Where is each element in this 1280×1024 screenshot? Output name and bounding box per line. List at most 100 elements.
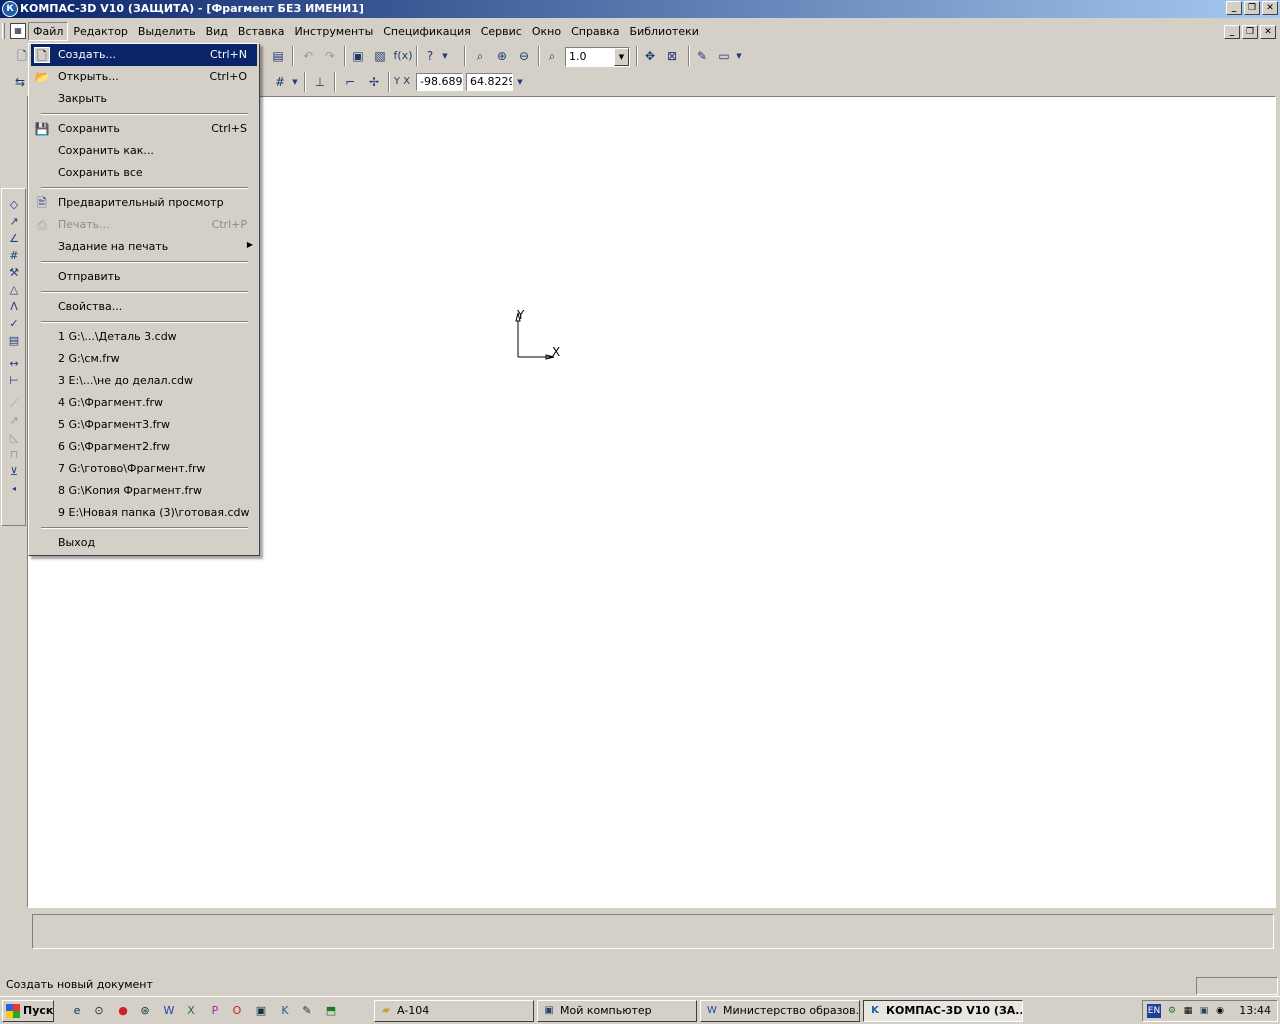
bracket-icon[interactable]: ⊓ [3, 446, 25, 463]
dimension-icon[interactable]: ⊢ [3, 372, 25, 389]
menu-help[interactable]: Справка [566, 22, 624, 41]
chevron-down-icon[interactable]: ▼ [514, 72, 526, 92]
line-icon[interactable]: ⟋ [3, 395, 25, 412]
powerpoint-icon[interactable]: P [206, 1002, 224, 1020]
file-menu-open[interactable]: 📂 Открыть... Ctrl+O [31, 66, 257, 88]
recent-file-4[interactable]: 4 G:\Фрагмент.frw [31, 392, 257, 414]
recent-file-3[interactable]: 3 E:\...\не до делал.cdw [31, 370, 257, 392]
recent-file-6[interactable]: 6 G:\Фрагмент2.frw [31, 436, 257, 458]
zoom-out-icon[interactable]: ⊖ [514, 46, 534, 66]
snap-icon[interactable]: ⇆ [10, 72, 30, 92]
recent-file-7[interactable]: 7 G:\готово\Фрагмент.frw [31, 458, 257, 480]
kompas-icon[interactable]: K [276, 1002, 294, 1020]
associative-views-icon[interactable]: ✓ [3, 315, 25, 332]
zoom-scale-icon[interactable]: ⌕ [542, 46, 562, 66]
local-coordinates-icon[interactable]: ⊥ [310, 72, 330, 92]
menu-libraries[interactable]: Библиотеки [625, 22, 704, 41]
recent-file-5[interactable]: 5 G:\Фрагмент3.frw [31, 414, 257, 436]
angle-icon[interactable]: ◺ [3, 429, 25, 446]
task-button-word-doc[interactable]: W Министерство образов... [700, 1000, 860, 1022]
designations-icon[interactable]: ∠ [3, 230, 25, 247]
app-icon[interactable]: ▣ [252, 1002, 270, 1020]
measurements-icon[interactable]: △ [3, 281, 25, 298]
doc-close-button[interactable]: ✕ [1260, 25, 1276, 39]
doc-restore-button[interactable]: ❐ [1242, 25, 1258, 39]
chevron-down-icon[interactable]: ▼ [614, 48, 629, 66]
file-menu-save[interactable]: 💾 Сохранить Ctrl+S [31, 118, 257, 140]
clock[interactable]: 13:44 [1239, 1004, 1271, 1017]
volume-tray-icon[interactable]: ◉ [1213, 1004, 1227, 1018]
menu-specification[interactable]: Спецификация [378, 22, 475, 41]
network-tray-icon[interactable]: ▦ [1181, 1004, 1195, 1018]
excel-icon[interactable]: X [182, 1002, 200, 1020]
close-button[interactable]: ✕ [1262, 1, 1278, 15]
file-menu-print-job[interactable]: Задание на печать ▶ [31, 236, 257, 258]
zoom-in-icon[interactable]: ⊕ [492, 46, 512, 66]
file-menu-new[interactable]: 🗋 Создать... Ctrl+N [31, 44, 257, 66]
library-icon[interactable]: ▧ [370, 46, 390, 66]
table-icon[interactable]: ▤ [268, 46, 288, 66]
refresh-image-icon[interactable]: ✎ [692, 46, 712, 66]
menu-file[interactable]: Файл [28, 22, 69, 41]
dimensions-icon[interactable]: ↗ [3, 213, 25, 230]
menu-view[interactable]: Вид [201, 22, 233, 41]
minimize-button[interactable]: _ [1226, 1, 1242, 15]
file-menu-print-preview[interactable]: 🖹 Предварительный просмотр [31, 192, 257, 214]
start-button[interactable]: Пуск [2, 1000, 54, 1022]
file-menu-properties[interactable]: Свойства... [31, 296, 257, 318]
monitor-tray-icon[interactable]: ▣ [1197, 1004, 1211, 1018]
task-button-folder[interactable]: ▰ A-104 [374, 1000, 534, 1022]
maximize-button[interactable]: ❐ [1244, 1, 1260, 15]
menu-select[interactable]: Выделить [133, 22, 201, 41]
geometry-icon[interactable]: ◇ [3, 196, 25, 213]
tray-app-icon[interactable]: ⚙ [1165, 1004, 1179, 1018]
parametrization-icon[interactable]: ⚒ [3, 264, 25, 281]
menu-tools[interactable]: Инструменты [290, 22, 379, 41]
task-button-kompas[interactable]: K КОМПАС-3D V10 (ЗА... [863, 1000, 1023, 1022]
undo-icon[interactable]: ↶ [298, 46, 318, 66]
doc-minimize-button[interactable]: _ [1224, 25, 1240, 39]
linear-dimension-icon[interactable]: ↔ [3, 355, 25, 372]
snap-settings-icon[interactable]: ✢ [364, 72, 384, 92]
outlook-icon[interactable]: ⊙ [90, 1002, 108, 1020]
opera-icon[interactable]: O [228, 1002, 246, 1020]
ie-icon[interactable]: e [68, 1002, 86, 1020]
show-all-icon[interactable]: ⊠ [662, 46, 682, 66]
document-system-icon[interactable]: ▦ [10, 23, 26, 39]
recent-file-8[interactable]: 8 G:\Копия Фрагмент.frw [31, 480, 257, 502]
file-menu-close[interactable]: Закрыть [31, 88, 257, 110]
task-button-my-computer[interactable]: ▣ Мой компьютер [537, 1000, 697, 1022]
recent-file-1[interactable]: 1 G:\...\Деталь 3.cdw [31, 326, 257, 348]
recent-file-2[interactable]: 2 G:\см.frw [31, 348, 257, 370]
file-menu-exit[interactable]: Выход [31, 532, 257, 554]
kompas-app-icon[interactable]: К [2, 1, 18, 17]
recent-file-9[interactable]: 9 E:\Новая папка (3)\готовая.cdw [31, 502, 257, 524]
chevron-down-icon[interactable]: ▼ [440, 46, 450, 66]
menu-window[interactable]: Окно [527, 22, 566, 41]
media-icon[interactable]: ● [114, 1002, 132, 1020]
menu-edit[interactable]: Редактор [68, 22, 133, 41]
network-icon[interactable]: ⊛ [136, 1002, 154, 1020]
chevron-left-icon[interactable]: ◂ [3, 480, 25, 497]
cursor-y-field[interactable]: 64.8229 [466, 73, 513, 91]
variables-fx-icon[interactable]: f(x) [392, 46, 414, 66]
language-indicator[interactable]: EN [1147, 1004, 1161, 1018]
file-menu-save-as[interactable]: Сохранить как... [31, 140, 257, 162]
cursor-x-field[interactable]: -98.689 [416, 73, 463, 91]
file-menu-send[interactable]: Отправить [31, 266, 257, 288]
installer-icon[interactable]: ⬒ [322, 1002, 340, 1020]
word-icon[interactable]: W [160, 1002, 178, 1020]
ortho-mode-icon[interactable]: ⌐ [340, 72, 360, 92]
file-menu-save-all[interactable]: Сохранить все [31, 162, 257, 184]
pan-icon[interactable]: ✥ [640, 46, 660, 66]
manager-icon[interactable]: ▣ [348, 46, 368, 66]
chevron-down-icon[interactable]: ▼ [290, 72, 300, 92]
chevron-down-icon[interactable]: ▼ [734, 46, 744, 66]
redo-icon[interactable]: ↷ [320, 46, 340, 66]
grid-icon[interactable]: # [270, 72, 290, 92]
menu-service[interactable]: Сервис [476, 22, 527, 41]
display-mode-icon[interactable]: ▭ [714, 46, 734, 66]
selection-icon[interactable]: Λ [3, 298, 25, 315]
arrow-icon[interactable]: ↗ [3, 412, 25, 429]
zoom-icon[interactable]: ⌕ [470, 46, 490, 66]
